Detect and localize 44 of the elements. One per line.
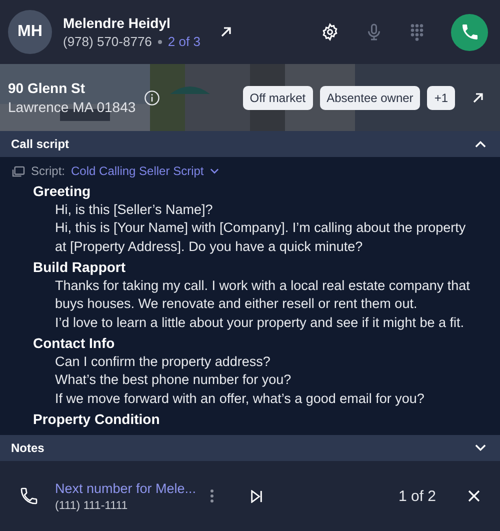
script-label: Script: <box>31 164 66 178</box>
external-link-icon[interactable] <box>220 26 232 38</box>
script-icon <box>12 166 25 176</box>
chevron-icon[interactable] <box>475 444 486 452</box>
script-section-heading: Greeting <box>32 182 92 200</box>
script-section-heading: Property Condition <box>32 410 161 428</box>
next-number-link[interactable]: Next number for Mele... <box>55 480 210 496</box>
script-line: I’d love to learn a little about your property and see if it might be a fit. <box>54 314 465 332</box>
call-script-header[interactable]: Call script <box>0 131 500 157</box>
next-number-phone: (111) 111-1111 <box>55 500 129 512</box>
contact-phone: (978) 570-8776 <box>63 34 152 49</box>
separator-dot <box>158 40 162 44</box>
phone-icon <box>460 22 480 42</box>
script-line: Thanks for taking my call. I work with a local real estate company that buys houses. We renovate and either resell or rent them out. <box>54 276 471 313</box>
property-tag[interactable]: Off market <box>242 86 313 110</box>
phone-icon <box>19 486 39 506</box>
script-dropdown[interactable]: Cold Calling Seller Script <box>71 164 219 178</box>
caret-icon <box>210 168 219 174</box>
chevron-icon[interactable] <box>475 140 486 148</box>
close-icon[interactable] <box>468 490 480 502</box>
info-icon[interactable] <box>144 90 160 106</box>
script-line: Hi, is this [Seller’s Name]? <box>54 200 214 219</box>
script-section-heading: Build Rapport <box>32 258 127 276</box>
script-section-heading: Contact Info <box>32 334 116 352</box>
more-options-icon[interactable] <box>210 489 214 503</box>
property-tag[interactable]: Absentee owner <box>320 86 420 110</box>
skip-next-icon[interactable] <box>250 490 263 502</box>
avatar: MH <box>8 10 52 54</box>
contact-name: Melendre Heidyl <box>63 15 172 31</box>
property-tag[interactable]: +1 <box>427 86 455 110</box>
property-street: 90 Glenn St <box>8 80 86 96</box>
notes-header[interactable]: Notes <box>0 435 500 461</box>
microphone-icon[interactable] <box>365 22 383 42</box>
keypad-icon[interactable] <box>409 23 425 41</box>
script-line: Hi, this is [Your Name] with [Company]. I’m calling about the property at [Property Address]. Do you have a quick minute? <box>54 219 467 256</box>
settings-icon[interactable] <box>321 23 339 41</box>
script-line: What’s the best phone number for you? <box>54 371 292 389</box>
script-line: Can I confirm the property address? <box>54 352 272 371</box>
contact-position-link[interactable]: 2 of 3 <box>168 34 200 49</box>
queue-count: 1 of 2 <box>398 488 436 504</box>
script-line: If we move forward with an offer, what’s a good email for you? <box>54 390 426 408</box>
external-link-icon[interactable] <box>472 92 484 104</box>
call-button[interactable] <box>451 14 488 50</box>
property-city: Lawrence MA 01843 <box>8 99 136 115</box>
